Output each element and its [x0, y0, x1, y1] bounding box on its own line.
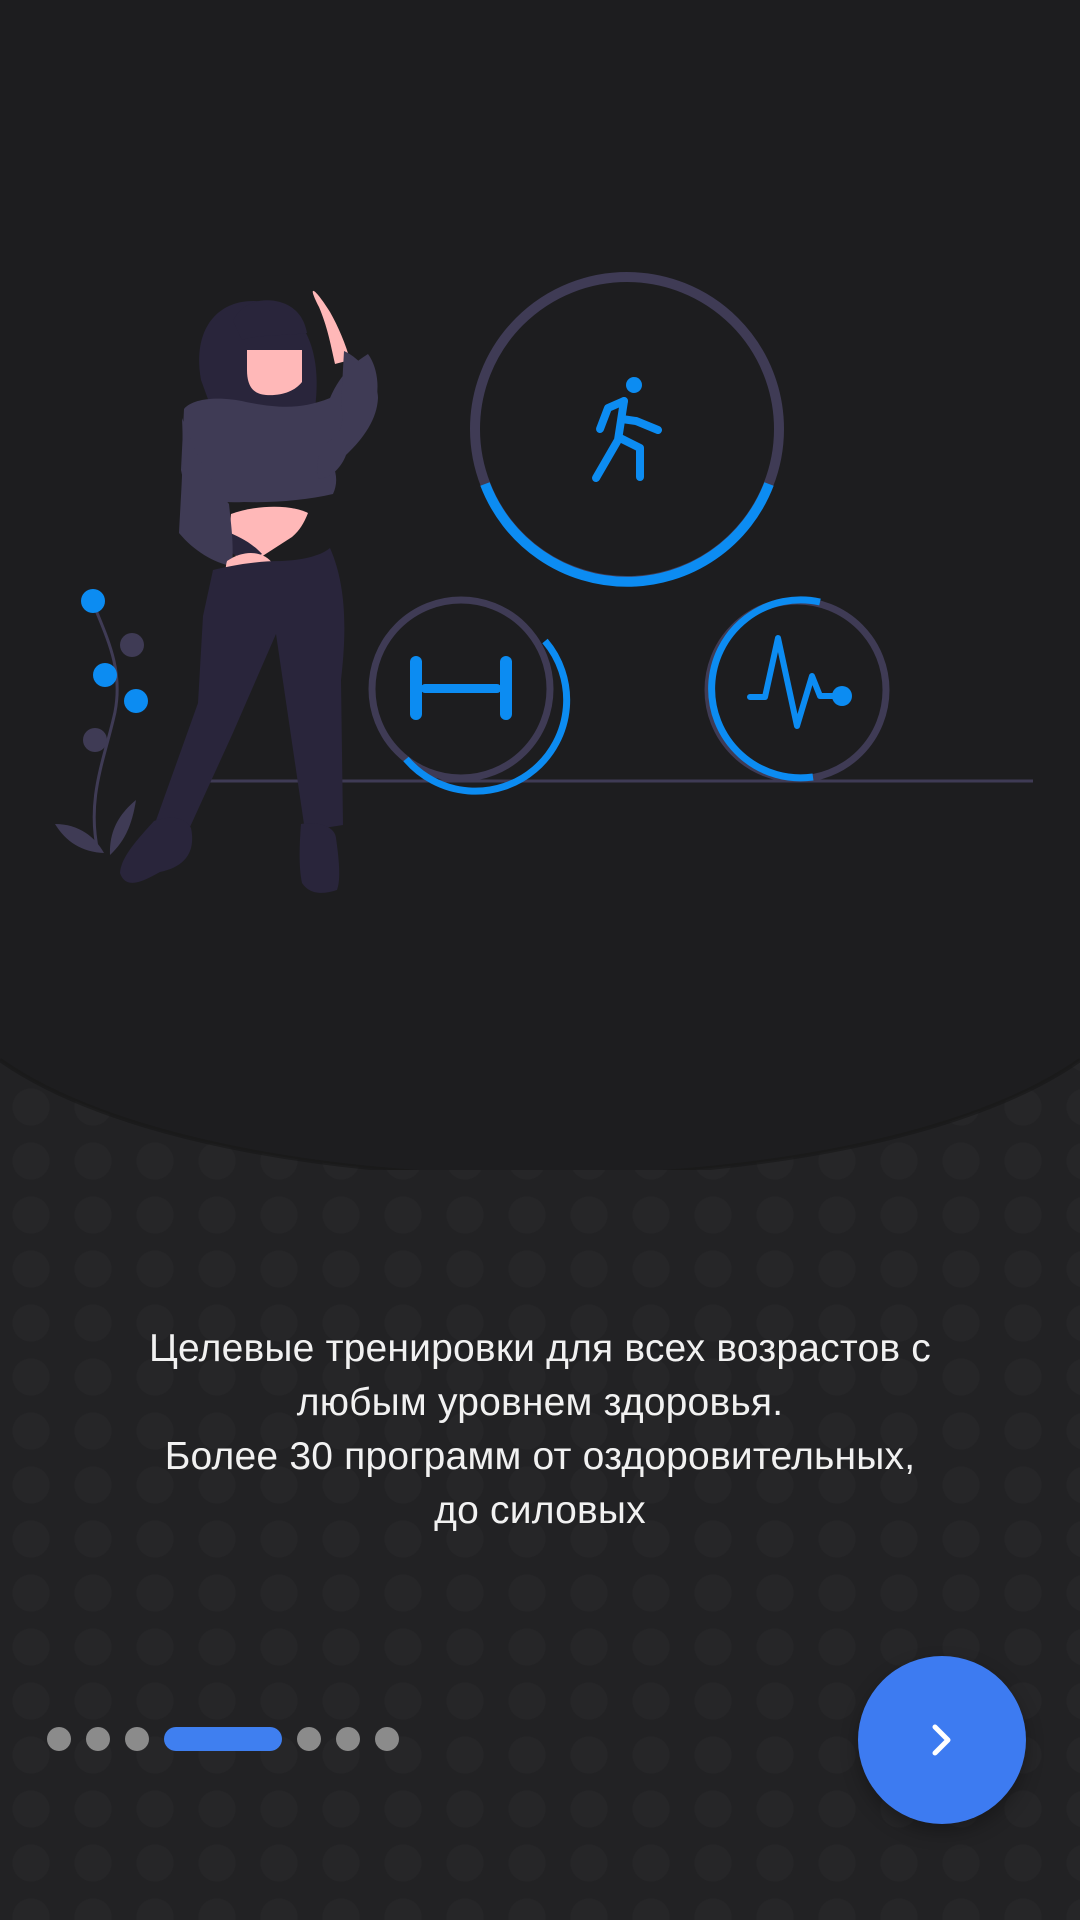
- onboarding-message: Целевые тренировки для всех возрастов с …: [80, 1322, 1000, 1538]
- plant-gray-dot: [83, 728, 107, 752]
- top-curved-background: [0, 0, 1080, 1170]
- page-dot[interactable]: [375, 1727, 399, 1751]
- plant-gray-dot: [120, 633, 144, 657]
- active-page-indicator[interactable]: [164, 1727, 282, 1751]
- plant-blue-dot: [93, 663, 117, 687]
- onboarding-screen: Целевые тренировки для всех возрастов с …: [0, 0, 1080, 1920]
- fitness-illustration: [0, 0, 1080, 1170]
- page-dot[interactable]: [336, 1727, 360, 1751]
- page-dot[interactable]: [297, 1727, 321, 1751]
- page-dot[interactable]: [47, 1727, 71, 1751]
- plant-blue-dot: [81, 589, 105, 613]
- page-indicator: [47, 1727, 399, 1751]
- message-line: любым уровнем здоровья.: [296, 1381, 784, 1424]
- page-dot[interactable]: [125, 1727, 149, 1751]
- illustration-panel: [0, 0, 1080, 1170]
- page-dot[interactable]: [86, 1727, 110, 1751]
- message-line: Целевые тренировки для всех возрастов с: [149, 1327, 931, 1370]
- next-button[interactable]: [858, 1656, 1026, 1824]
- plant-blue-dot: [124, 689, 148, 713]
- message-line: Более 30 программ от оздоровительных,: [164, 1435, 916, 1478]
- message-line: до силовых: [434, 1489, 646, 1532]
- chevron-right-icon: [932, 1724, 951, 1756]
